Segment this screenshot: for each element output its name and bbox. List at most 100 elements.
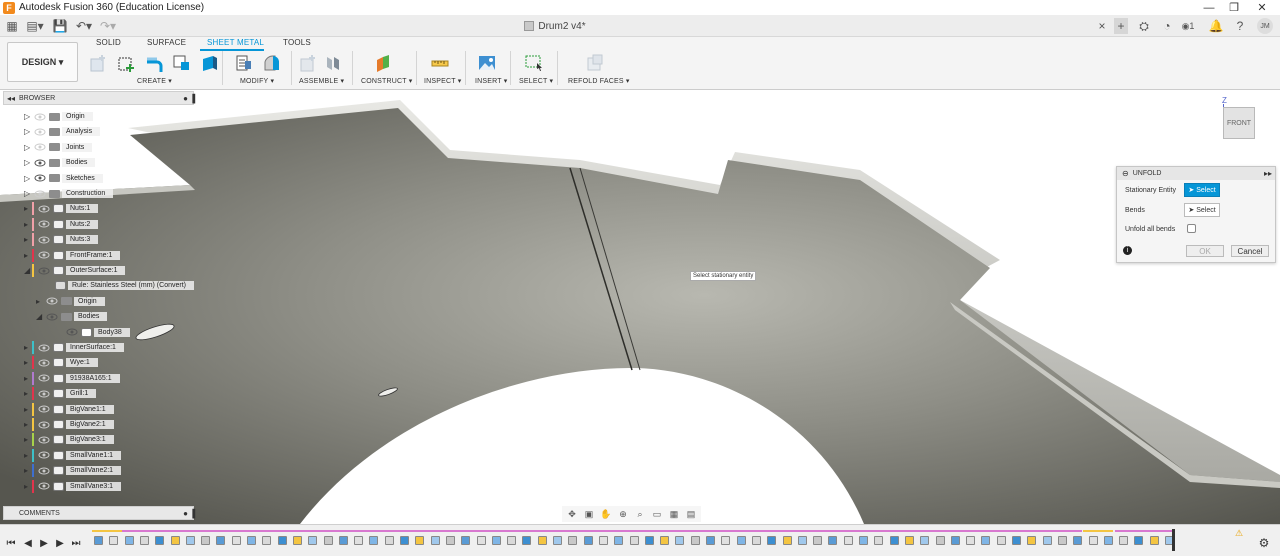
timeline-feature-icon[interactable] [369, 536, 379, 545]
offset-plane-icon[interactable] [372, 52, 394, 74]
bends-select-button[interactable]: ➤ Select [1184, 203, 1220, 217]
timeline-feature-icon[interactable] [629, 536, 639, 545]
user-avatar[interactable]: JM [1257, 18, 1273, 34]
online-status-icon[interactable]: ◔ [1160, 18, 1174, 34]
browser-item[interactable]: ▸ SmallVane3:1 [24, 479, 122, 493]
select-group-label[interactable]: SELECT ▾ [519, 77, 553, 85]
visibility-eye-icon[interactable] [46, 313, 58, 321]
timeline-feature-icon[interactable] [843, 536, 853, 545]
timeline-feature-icon[interactable] [400, 536, 409, 545]
expand-arrow-icon[interactable]: ▷ [24, 112, 32, 121]
timeline-feature-icon[interactable] [277, 536, 287, 545]
expand-arrow-icon[interactable]: ▸ [36, 297, 44, 306]
measure-icon[interactable] [429, 52, 451, 74]
visibility-eye-icon[interactable] [66, 328, 78, 336]
timeline-feature-icon[interactable] [644, 536, 654, 545]
timeline-feature-icon[interactable] [338, 536, 348, 545]
browser-item[interactable]: ▸ InnerSurface:1 [24, 341, 124, 354]
timeline-feature-icon[interactable] [124, 536, 134, 545]
visibility-eye-icon[interactable] [34, 128, 46, 136]
info-icon[interactable]: i [1123, 246, 1132, 255]
timeline-feature-icon[interactable] [1073, 536, 1083, 545]
timeline-feature-icon[interactable] [996, 536, 1006, 545]
browser-item[interactable]: Rule: Stainless Steel (mm) (Convert) [44, 279, 194, 292]
expand-arrow-icon[interactable]: ▸ [24, 235, 32, 244]
visibility-eye-icon[interactable] [38, 467, 50, 475]
timeline-step-forward-icon[interactable]: ▶ [54, 537, 66, 549]
inspect-group-label[interactable]: INSPECT ▾ [424, 77, 461, 85]
browser-item[interactable]: ▸ FrontFrame:1 [24, 248, 121, 262]
expand-arrow-icon[interactable]: ▷ [24, 189, 32, 198]
expand-arrow-icon[interactable]: ▷ [24, 158, 32, 167]
visibility-eye-icon[interactable] [38, 344, 50, 352]
expand-arrow-icon[interactable]: ▸ [24, 405, 32, 414]
timeline-go-to-start-icon[interactable]: ⏮ [5, 537, 17, 549]
expand-arrow-icon[interactable]: ▸ [24, 220, 32, 229]
browser-item[interactable]: Body38 [56, 326, 130, 339]
visibility-eye-icon[interactable] [34, 113, 46, 121]
timeline-feature-icon[interactable] [537, 536, 547, 545]
visibility-eye-icon[interactable] [38, 390, 50, 398]
timeline-feature-icon[interactable] [292, 536, 302, 545]
visibility-eye-icon[interactable] [38, 482, 50, 490]
fit-icon[interactable]: ⌕ [633, 508, 647, 520]
timeline-feature-icon[interactable] [415, 536, 425, 545]
expand-arrow-icon[interactable]: ▸ [24, 451, 32, 460]
grid-settings-icon[interactable]: ▦ [667, 508, 681, 520]
visibility-eye-icon[interactable] [38, 421, 50, 429]
notifications-bell-icon[interactable]: 🔔 [1209, 18, 1224, 34]
timeline-feature-icon[interactable] [1027, 536, 1037, 545]
expand-arrow-icon[interactable]: ▸ [24, 251, 32, 260]
browser-item[interactable]: ▷ Joints [24, 141, 93, 154]
visibility-eye-icon[interactable] [38, 236, 50, 244]
close-window-button[interactable]: ✕ [1249, 0, 1275, 15]
timeline-feature-icon[interactable] [568, 536, 578, 545]
timeline-feature-icon[interactable] [1134, 536, 1144, 545]
timeline-feature-icon[interactable] [767, 536, 777, 545]
timeline-feature-icon[interactable] [1012, 536, 1021, 545]
visibility-eye-icon[interactable] [38, 267, 50, 275]
expand-arrow-icon[interactable]: ▸ [24, 343, 32, 352]
press-pull-icon[interactable] [260, 52, 282, 74]
comments-pin-icon[interactable]: ● [183, 509, 188, 518]
new-tab-button[interactable]: + [1114, 18, 1128, 34]
timeline-feature-icon[interactable] [904, 536, 914, 545]
timeline-feature-icon[interactable] [1119, 536, 1129, 545]
timeline-feature-icon[interactable] [874, 536, 884, 545]
visibility-eye-icon[interactable] [38, 205, 50, 213]
create-group-label[interactable]: CREATE ▾ [137, 77, 172, 85]
expand-arrow-icon[interactable]: ▸ [24, 204, 32, 213]
timeline-feature-icon[interactable] [813, 536, 823, 545]
modify-group-label[interactable]: MODIFY ▾ [240, 77, 274, 85]
visibility-eye-icon[interactable] [38, 451, 50, 459]
unfold-dialog-header[interactable]: ⊖ UNFOLD ▸▸ [1117, 167, 1275, 180]
browser-item[interactable]: ▸ BigVane2:1 [24, 418, 114, 431]
timeline-feature-icon[interactable] [660, 536, 670, 545]
timeline-step-back-icon[interactable]: ◀ [22, 537, 34, 549]
unfold-all-bends-checkbox[interactable] [1187, 224, 1196, 233]
timeline-feature-icon[interactable] [859, 536, 868, 545]
visibility-eye-icon[interactable] [38, 374, 50, 382]
timeline-feature-icon[interactable] [170, 536, 180, 545]
browser-item[interactable]: ▸ Nuts:1 [24, 202, 99, 216]
construct-group-label[interactable]: CONSTRUCT ▾ [361, 77, 412, 85]
extensions-icon[interactable]: ⛭ [1137, 18, 1151, 34]
browser-resize-icon[interactable]: ▌ [192, 94, 198, 103]
workspace-switcher[interactable]: DESIGN ▾ [7, 42, 78, 82]
visibility-eye-icon[interactable] [38, 359, 50, 367]
insert-image-icon[interactable] [476, 52, 498, 74]
help-icon[interactable]: ? [1234, 18, 1246, 34]
viewports-icon[interactable]: ▤ [684, 508, 698, 520]
timeline-feature-icon[interactable] [935, 536, 945, 545]
insert-group-label[interactable]: INSERT ▾ [475, 77, 507, 85]
timeline-marker[interactable] [1172, 529, 1175, 551]
timeline-feature-icon[interactable] [185, 536, 195, 545]
timeline-feature-icon[interactable] [598, 536, 608, 545]
timeline-feature-icon[interactable] [966, 536, 976, 545]
window-select-icon[interactable] [523, 52, 545, 74]
expand-arrow-icon[interactable]: ▸ [24, 389, 32, 398]
timeline-feature-icon[interactable] [797, 536, 807, 545]
timeline-feature-icon[interactable] [109, 536, 119, 545]
timeline-feature-icon[interactable] [247, 536, 256, 545]
visibility-eye-icon[interactable] [38, 405, 50, 413]
